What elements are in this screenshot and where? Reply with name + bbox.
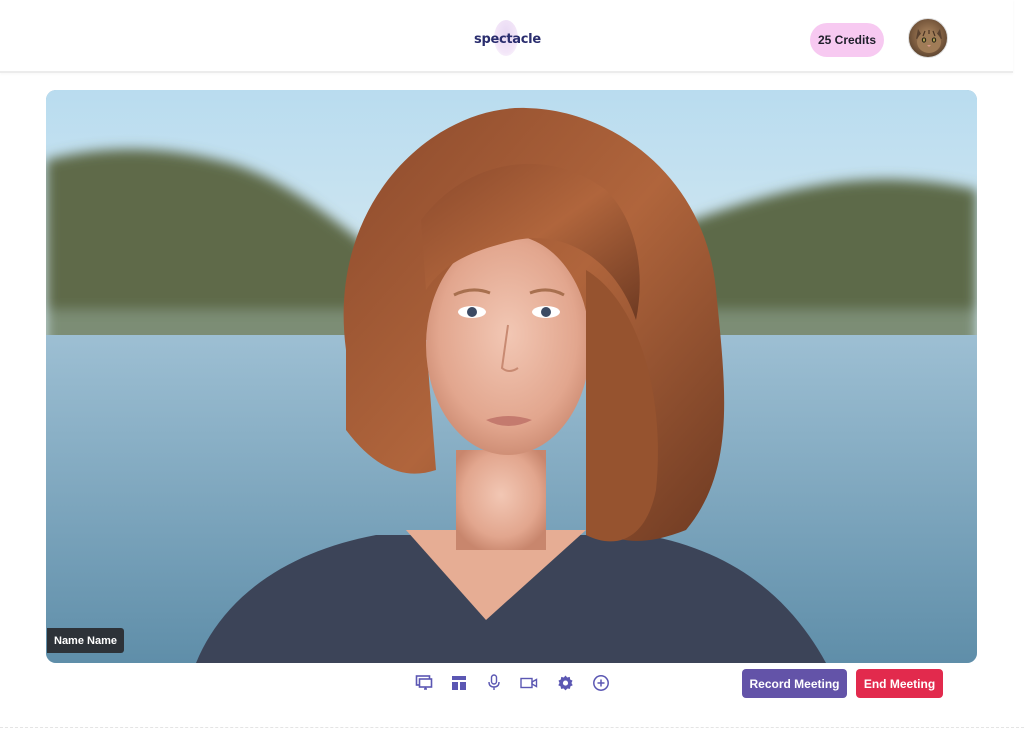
participant-video bbox=[46, 90, 977, 663]
participant-name-tag: Name Name bbox=[47, 628, 124, 653]
screen-share-icon[interactable] bbox=[413, 672, 435, 694]
credits-badge[interactable]: 25 Credits bbox=[810, 23, 884, 57]
end-meeting-button[interactable]: End Meeting bbox=[856, 669, 943, 698]
settings-gear-icon[interactable] bbox=[554, 672, 576, 694]
add-circle-icon[interactable] bbox=[590, 672, 612, 694]
camera-icon[interactable] bbox=[518, 672, 540, 694]
cat-avatar-icon[interactable] bbox=[908, 18, 948, 58]
bottom-divider bbox=[0, 727, 1024, 728]
record-meeting-button[interactable]: Record Meeting bbox=[742, 669, 847, 698]
spectacle-logo[interactable]: spectacle bbox=[474, 20, 544, 56]
layout-icon[interactable] bbox=[448, 672, 470, 694]
top-header: spectacle 25 Credits bbox=[0, 0, 1013, 73]
logo-text: spectacle bbox=[474, 32, 541, 47]
video-stage bbox=[46, 90, 977, 663]
microphone-icon[interactable] bbox=[483, 672, 505, 694]
